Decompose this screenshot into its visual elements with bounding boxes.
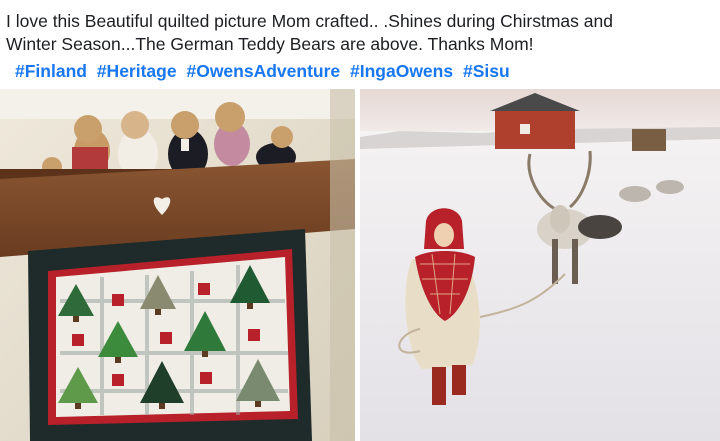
post-caption: I love this Beautiful quilted picture Mo… — [6, 10, 712, 56]
reindeer-photo[interactable] — [360, 89, 720, 441]
hashtag-heritage[interactable]: #Heritage — [97, 61, 177, 81]
hashtag-finland[interactable]: #Finland — [15, 61, 87, 81]
caption-line-1: I love this Beautiful quilted picture Mo… — [6, 11, 613, 31]
quilt-icon — [28, 229, 312, 441]
quilt-photo-image — [0, 89, 355, 441]
hashtag-ingaowens[interactable]: #IngaOwens — [350, 61, 453, 81]
hashtag-list: #Finland #Heritage #OwensAdventure #Inga… — [15, 60, 515, 82]
hashtag-sisu[interactable]: #Sisu — [463, 61, 510, 81]
caption-line-2: Winter Season...The German Teddy Bears a… — [6, 34, 534, 54]
quilt-photo[interactable] — [0, 89, 355, 441]
hashtag-owensadventure[interactable]: #OwensAdventure — [186, 61, 340, 81]
reindeer-photo-image — [360, 89, 720, 441]
